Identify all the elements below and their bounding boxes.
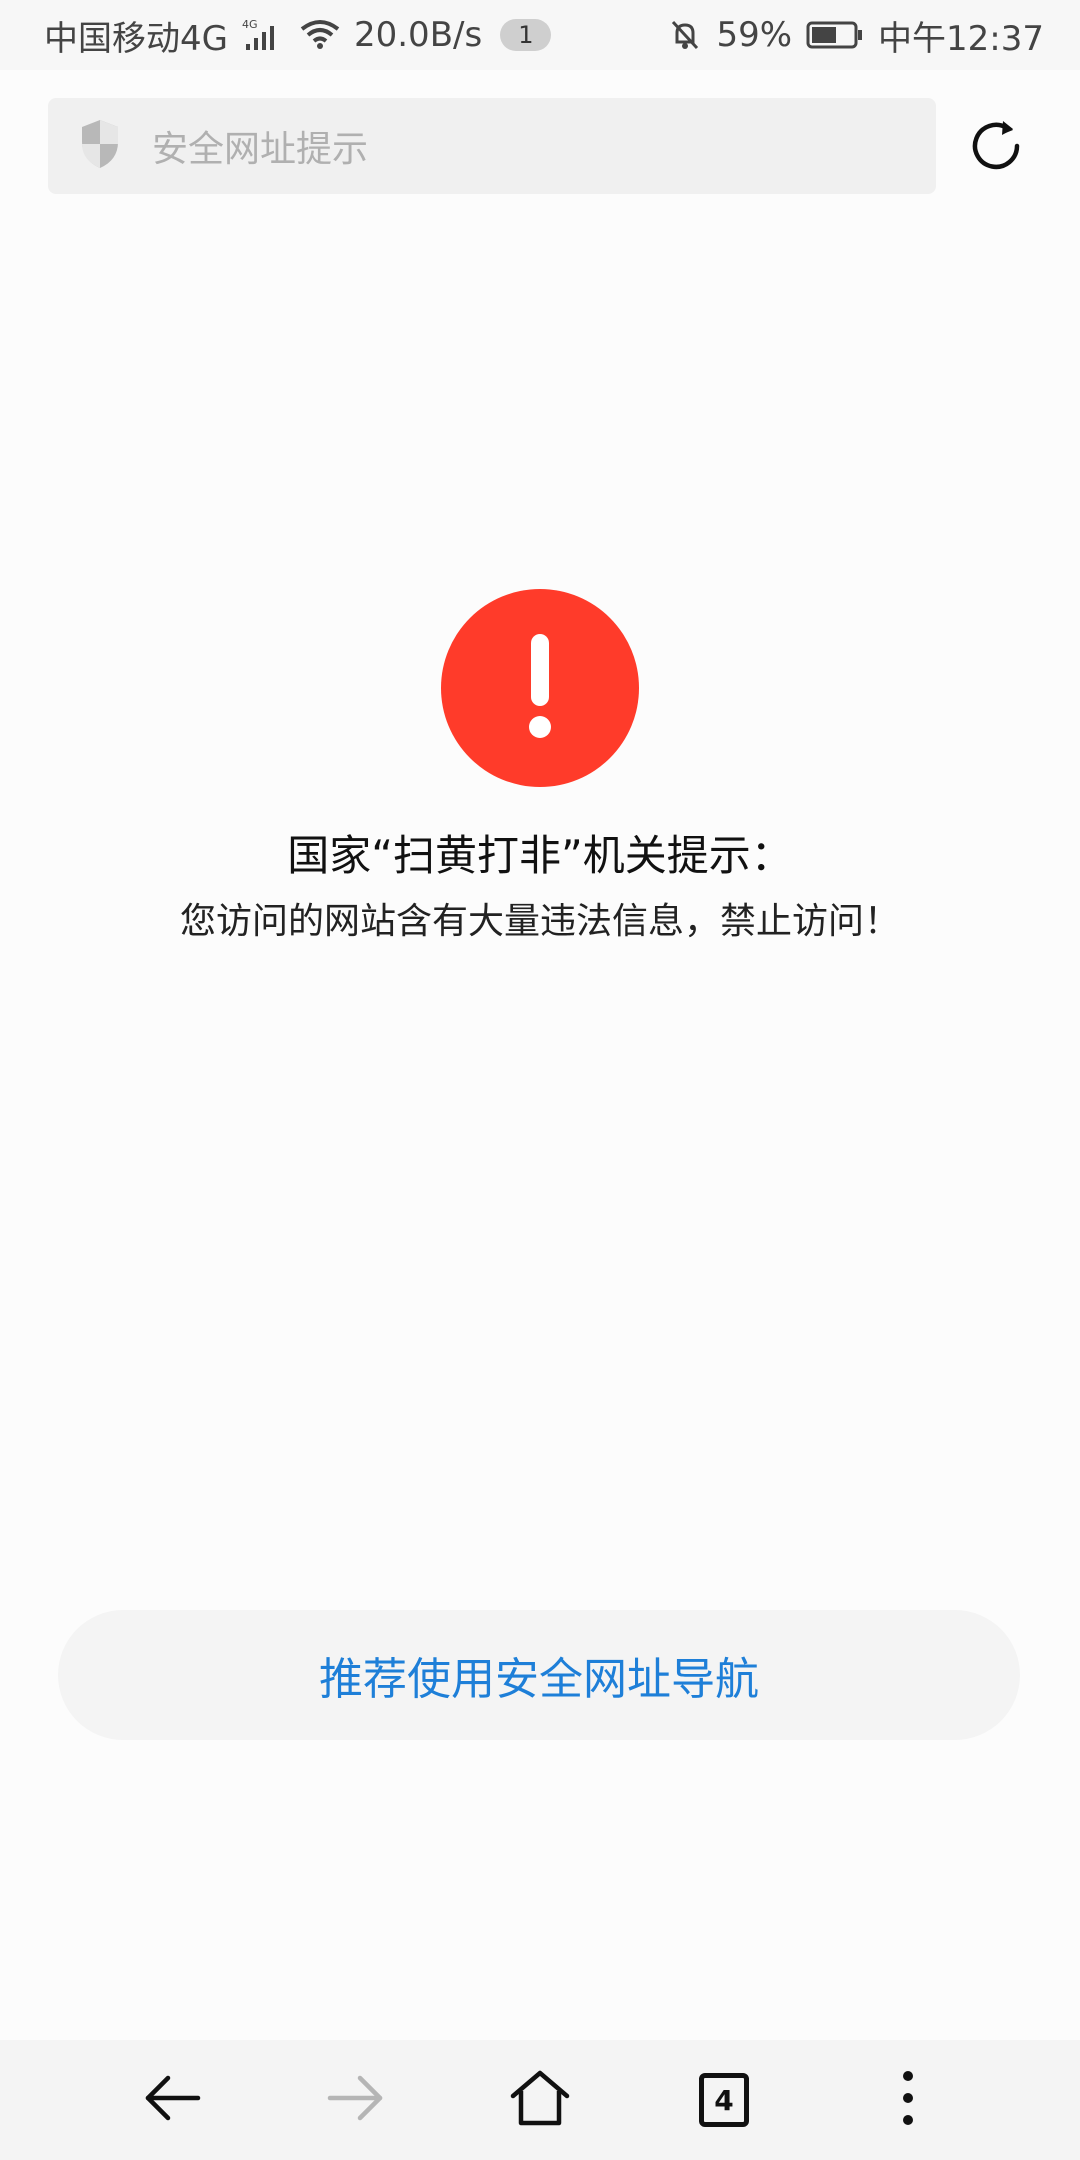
battery-icon [806, 20, 864, 50]
warning-title: 国家“扫黄打非”机关提示： [287, 831, 793, 880]
more-menu-icon [900, 2070, 916, 2130]
back-button[interactable] [117, 2045, 227, 2155]
mute-notification-icon [668, 18, 702, 52]
back-arrow-icon [142, 2073, 202, 2127]
battery-percent: 59% [716, 15, 793, 55]
home-button[interactable] [485, 2045, 595, 2155]
address-input[interactable]: 安全网址提示 [152, 120, 368, 172]
address-bar[interactable]: 安全网址提示 [48, 98, 936, 194]
status-bar: 中国移动4G 4G 20.0B/s 1 59% 中午12:37 [0, 0, 1080, 70]
wifi-icon [300, 19, 340, 51]
bottom-toolbar: 4 [0, 2040, 1080, 2160]
network-speed: 20.0B/s [353, 15, 483, 55]
tabs-count: 4 [714, 2083, 734, 2117]
home-icon [509, 2069, 571, 2131]
network-type-label: 4G [242, 18, 258, 31]
status-bar-left: 中国移动4G 4G 20.0B/s 1 [44, 11, 552, 60]
signal-icon: 4G [242, 18, 286, 52]
status-bar-right: 59% 中午12:37 [668, 11, 1044, 60]
forward-button[interactable] [301, 2045, 411, 2155]
notification-badge: 1 [500, 19, 552, 51]
more-menu-button[interactable] [853, 2045, 963, 2155]
forward-arrow-icon [326, 2073, 386, 2127]
tabs-icon: 4 [699, 2073, 749, 2127]
safe-nav-button[interactable]: 推荐使用安全网址导航 [58, 1610, 1020, 1740]
carrier-label: 中国移动4G [44, 18, 228, 59]
clock: 中午12:37 [878, 18, 1044, 59]
alert-icon [440, 588, 640, 788]
shield-icon [78, 118, 122, 174]
warning-message: 您访问的网站含有大量违法信息，禁止访问！ [179, 901, 900, 942]
refresh-icon [967, 117, 1025, 179]
refresh-button[interactable] [964, 116, 1028, 180]
tabs-button[interactable]: 4 [669, 2045, 779, 2155]
